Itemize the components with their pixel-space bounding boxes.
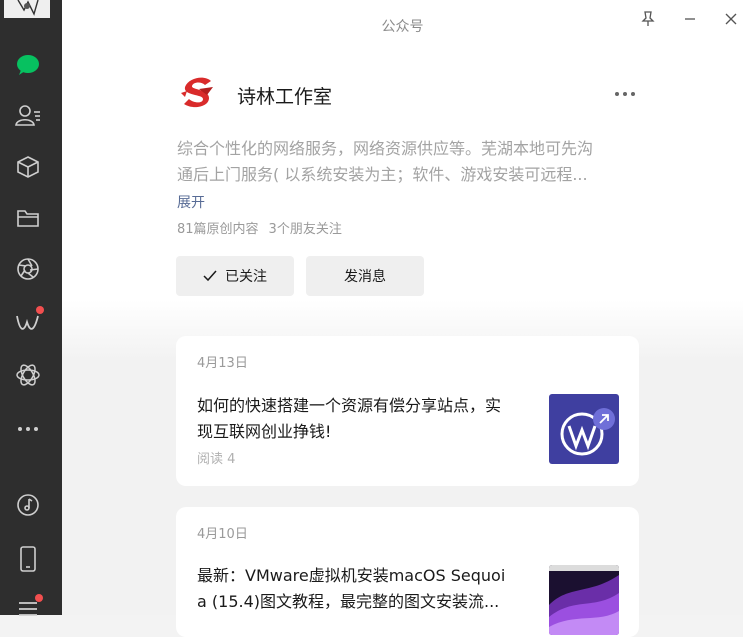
more-options-icon[interactable]: [610, 84, 640, 104]
article-title: 如何的快速搭建一个资源有偿分享站点，实 现互联网创业挣钱!: [197, 393, 537, 445]
send-message-button[interactable]: 发消息: [306, 256, 424, 296]
description-line: 综合个性化的网络服务，网络资源供应等。芜湖本地可先沟: [177, 139, 594, 158]
article-date: 4月13日: [197, 356, 248, 371]
article-date: 4月10日: [197, 527, 248, 542]
close-icon[interactable]: [720, 8, 742, 30]
macos-wallpaper: [549, 565, 619, 635]
article-title-line: a (15.4)图文教程，最完整的图文安装流...: [197, 592, 500, 611]
cube-icon[interactable]: [13, 152, 43, 182]
article-title-line: 如何的快速搭建一个资源有偿分享站点，实: [197, 396, 502, 415]
article-thumbnail: [549, 565, 619, 635]
article-thumbnail: [549, 394, 619, 464]
followed-label: 已关注: [225, 269, 267, 285]
menu-icon[interactable]: [13, 592, 43, 622]
channels-badge: [36, 306, 44, 314]
phone-icon[interactable]: [13, 544, 43, 574]
account-description: 综合个性化的网络服务，网络资源供应等。芜湖本地可先沟 通后上门服务( 以系统安装…: [177, 136, 637, 188]
article-title: 最新：VMware虚拟机安装macOS Sequoi a (15.4)图文教程，…: [197, 563, 537, 615]
send-message-label: 发消息: [344, 269, 386, 285]
account-logo: [179, 73, 217, 111]
contacts-icon[interactable]: [13, 100, 43, 130]
music-icon[interactable]: [13, 490, 43, 520]
folder-icon[interactable]: [13, 203, 43, 233]
account-stats: 81篇原创内容 3个朋友关注: [177, 218, 342, 237]
expand-link[interactable]: 展开: [177, 192, 205, 212]
avatar[interactable]: [4, 0, 50, 18]
article-title-line: 最新：VMware虚拟机安装macOS Sequoi: [197, 566, 506, 585]
check-icon: [203, 270, 217, 282]
mini-program-icon[interactable]: [13, 360, 43, 390]
chat-bubble-icon[interactable]: [13, 50, 43, 80]
article-card[interactable]: 4月13日 如何的快速搭建一个资源有偿分享站点，实 现互联网创业挣钱! 阅读 4: [176, 336, 639, 486]
official-account-panel: 公众号 诗林工作室 综合个性化的网络服务，网络资源供应等。芜湖本地可先沟 通后上…: [62, 0, 743, 637]
pin-icon[interactable]: [637, 8, 659, 30]
account-name: 诗林工作室: [237, 86, 333, 108]
channels-icon[interactable]: [13, 306, 44, 338]
sidebar: [0, 0, 62, 616]
minimize-icon[interactable]: [679, 8, 701, 30]
friends-following: 3个朋友关注: [268, 222, 342, 237]
description-line: 通后上门服务( 以系统安装为主；软件、游戏安装可远程...: [177, 165, 588, 184]
menu-badge: [35, 594, 43, 602]
more-icon[interactable]: [13, 414, 43, 444]
aperture-icon[interactable]: [13, 254, 43, 284]
wordpress-icon: [549, 394, 619, 464]
article-card[interactable]: 4月10日 最新：VMware虚拟机安装macOS Sequoi a (15.4…: [176, 507, 639, 637]
article-reads: 阅读 4: [197, 452, 236, 467]
original-count: 81篇原创内容: [177, 222, 259, 237]
article-title-line: 现互联网创业挣钱!: [197, 422, 332, 441]
followed-button[interactable]: 已关注: [176, 256, 294, 296]
